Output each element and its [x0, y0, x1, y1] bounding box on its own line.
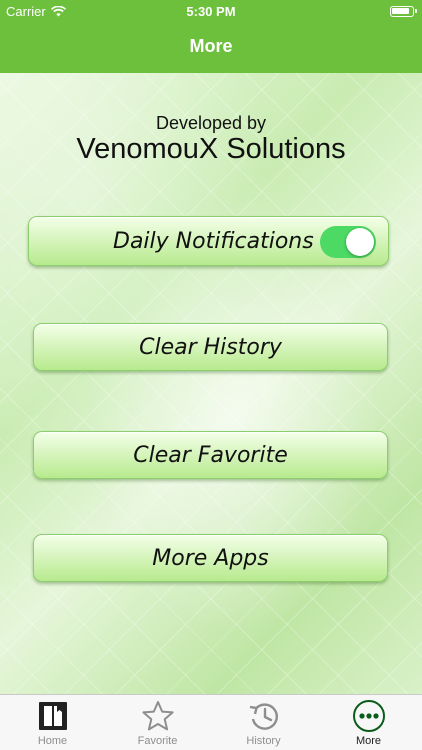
- more-apps-button[interactable]: More Apps: [33, 534, 388, 582]
- developer-name: VenomouX Solutions: [76, 133, 346, 165]
- clear-favorite-button[interactable]: Clear Favorite: [33, 431, 388, 479]
- star-icon: [141, 701, 174, 731]
- tab-more-label: More: [355, 735, 382, 747]
- clear-favorite-label: Clear Favorite: [133, 442, 288, 468]
- tab-favorite-label: Favorite: [137, 735, 178, 747]
- daily-notifications-toggle[interactable]: [320, 226, 376, 258]
- tab-history[interactable]: History: [211, 695, 316, 750]
- more-apps-label: More Apps: [152, 545, 269, 571]
- history-icon: [249, 703, 278, 730]
- clear-history-button[interactable]: Clear History: [33, 323, 388, 371]
- developer-label: Developed by: [155, 113, 267, 133]
- status-bar: Carrier 5:30 PM: [0, 0, 422, 24]
- page-title: More: [189, 36, 233, 56]
- daily-notifications-row: Daily Notifications: [28, 216, 389, 266]
- more-icon: [352, 700, 385, 732]
- status-time: 5:30 PM: [186, 4, 236, 19]
- toggle-knob: [346, 228, 374, 256]
- book-icon: [38, 702, 67, 730]
- clear-history-label: Clear History: [139, 334, 282, 360]
- top-bar: Carrier 5:30 PM More: [0, 0, 422, 73]
- battery-icon: [390, 6, 417, 17]
- tab-bar: Home Favorite History More: [0, 694, 422, 750]
- tab-home[interactable]: Home: [0, 695, 105, 750]
- tab-history-label: History: [246, 735, 281, 747]
- daily-notifications-label: Daily Notifications: [113, 228, 314, 254]
- main-content: Developed by VenomouX Solutions Daily No…: [0, 73, 422, 694]
- tab-home-label: Home: [37, 735, 68, 747]
- tab-favorite[interactable]: Favorite: [105, 695, 210, 750]
- tab-more[interactable]: More: [316, 695, 421, 750]
